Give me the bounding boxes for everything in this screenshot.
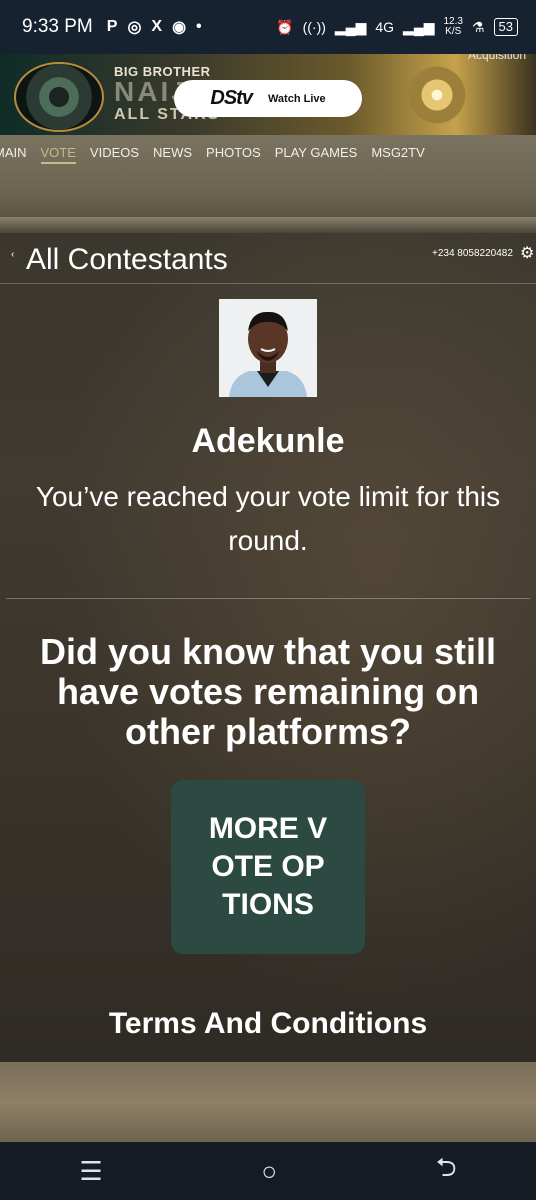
status-bar: 9:33 PM P ◎ X ◉ • ⏰ ((·)) ▂▄▆ 4G ▂▄▆ 12.… bbox=[0, 0, 536, 54]
home-icon[interactable]: ○ bbox=[261, 1156, 277, 1187]
all-contestants-link[interactable]: All Contestants bbox=[26, 243, 228, 277]
nav-item-videos[interactable]: VIDEOS bbox=[90, 145, 139, 164]
main-content: ‹ All Contestants +234 8058220482 ⚙ Adek… bbox=[0, 217, 536, 1092]
nav-item-play-games[interactable]: PLAY GAMES bbox=[275, 145, 358, 164]
dot-icon: • bbox=[196, 18, 202, 35]
network-speed: 12.3 K/S bbox=[443, 16, 463, 37]
divider bbox=[0, 283, 536, 284]
network-4g-label: 4G bbox=[375, 19, 395, 35]
divider bbox=[6, 598, 530, 599]
contestant-name: Adekunle bbox=[191, 422, 345, 460]
whatsapp-icon: ◎ bbox=[127, 19, 142, 36]
status-app-icons: P ◎ X ◉ • bbox=[107, 17, 202, 37]
hotspot-icon: ((·)) bbox=[302, 19, 326, 35]
acquisition-label: Acquisition bbox=[467, 54, 526, 62]
eye-logo-right bbox=[400, 60, 474, 130]
chrome-icon: ◉ bbox=[172, 19, 187, 36]
header-row: ‹ All Contestants +234 8058220482 ⚙ bbox=[0, 237, 536, 285]
signal-icon: ▂▄▆ bbox=[334, 18, 367, 35]
main-top-band bbox=[0, 217, 536, 233]
signal-icon-2: ▂▄▆ bbox=[403, 18, 435, 35]
watch-live-label: Watch Live bbox=[267, 92, 326, 105]
eye-logo-left bbox=[14, 62, 104, 132]
promo-question: Did you know that you still have votes r… bbox=[39, 631, 496, 752]
recents-icon[interactable]: ☰ bbox=[79, 1156, 102, 1187]
dstv-logo: DStv bbox=[210, 87, 253, 109]
nav-item-news[interactable]: NEWS bbox=[153, 145, 192, 164]
p-icon: P bbox=[106, 18, 118, 35]
nav-bar: MAIN VOTE VIDEOS NEWS PHOTOS PLAY GAMES … bbox=[0, 135, 536, 217]
flask-icon: ⚗ bbox=[471, 18, 485, 35]
dstv-watch-live-button[interactable]: DStv Watch Live bbox=[174, 80, 362, 117]
status-time: 9:33 PM bbox=[22, 16, 93, 37]
nav-item-vote[interactable]: VOTE bbox=[40, 145, 76, 164]
nav-item-photos[interactable]: PHOTOS bbox=[206, 145, 261, 164]
nav-item-main[interactable]: MAIN bbox=[0, 145, 27, 164]
battery-icon: 53 bbox=[493, 18, 518, 36]
alarm-icon: ⏰ bbox=[276, 18, 294, 35]
more-vote-options-label: MORE VOTE OPTIONS bbox=[208, 812, 328, 921]
x-icon: X bbox=[151, 18, 163, 35]
more-vote-options-button[interactable]: MORE VOTE OPTIONS bbox=[171, 780, 365, 954]
nav-item-msg2tv[interactable]: MSG2TV bbox=[371, 145, 424, 164]
system-nav-bar: ☰ ○ ⮌ bbox=[0, 1142, 536, 1200]
contestant-avatar bbox=[219, 299, 317, 397]
back-icon[interactable]: ⮌ bbox=[436, 1149, 457, 1193]
footer-strip bbox=[0, 1062, 536, 1142]
gear-icon[interactable]: ⚙ bbox=[520, 243, 534, 263]
banner: BIG BROTHER NAIJA ALL STARS Acquisition … bbox=[0, 54, 536, 135]
status-right-icons: ⏰ ((·)) ▂▄▆ 4G ▂▄▆ 12.3 K/S ⚗ 53 bbox=[276, 17, 518, 37]
back-caret-icon[interactable]: ‹ bbox=[11, 249, 14, 260]
phone-number: +234 8058220482 bbox=[432, 248, 513, 259]
terms-and-conditions-link[interactable]: Terms And Conditions bbox=[0, 1007, 536, 1041]
vote-limit-message: You’ve reached your vote limit for this … bbox=[35, 481, 501, 556]
